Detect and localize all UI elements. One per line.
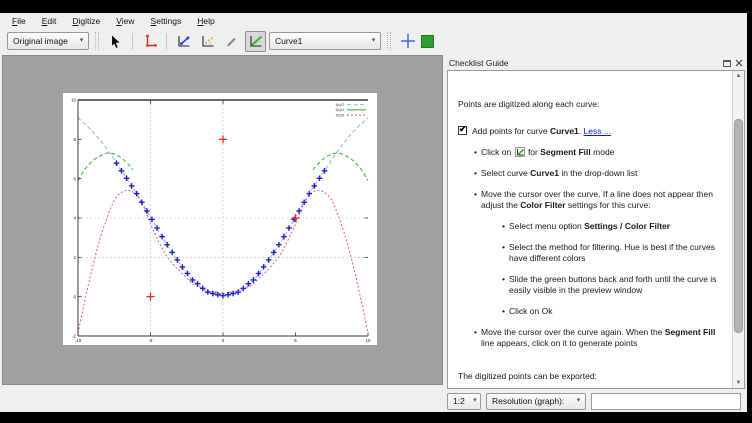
chevron-down-icon: ▾ (367, 33, 380, 49)
checklist-step: •Select curve Curve1 in the drop-down li… (474, 168, 725, 179)
axis-point-tool-button[interactable] (139, 31, 160, 52)
curve-point-icon (176, 33, 192, 49)
axis-point-icon (142, 33, 158, 49)
color-picker-tool-button[interactable] (221, 31, 242, 52)
curve-selector-value: Curve1 (270, 36, 367, 46)
checklist-intro: Points are digitized along each curve: (458, 99, 725, 110)
checklist-step: •Select menu option Settings / Color Fil… (502, 221, 725, 232)
menu-file[interactable]: File (4, 15, 34, 27)
background-selector-value: Original image (8, 36, 75, 46)
bullet-icon: • (502, 274, 505, 285)
statusbar: 1:2 ▾ Resolution (graph): ▾ (0, 390, 747, 412)
close-icon (735, 59, 743, 67)
checklist-link[interactable]: Less ... (584, 126, 611, 136)
graph-sheet: 1086420-2-10-50510f(x)/2f(x)/4f(x)/5 (63, 93, 377, 345)
svg-text:f(x)/2: f(x)/2 (336, 103, 344, 107)
menu-help[interactable]: Help (189, 15, 222, 27)
scrollbar-thumb[interactable] (734, 119, 743, 333)
segment-fill-icon (248, 33, 264, 49)
color-picker-pencil-icon (224, 34, 239, 49)
checklist-step: •Move the cursor over the curve. If a li… (474, 189, 725, 211)
menu-settings[interactable]: Settings (143, 15, 190, 27)
bullet-icon: • (474, 147, 477, 158)
select-tool-button[interactable] (105, 31, 126, 52)
svg-text:8: 8 (74, 137, 77, 142)
checklist-step: •Click on Ok (502, 306, 725, 317)
svg-text:5: 5 (294, 338, 297, 343)
scroll-down-arrow-icon[interactable]: ▼ (733, 378, 744, 388)
point-match-icon (200, 33, 216, 49)
float-panel-button[interactable] (722, 58, 731, 67)
engauge-window: FileEditDigitizeViewSettingsHelp Origina… (0, 13, 747, 412)
scroll-up-arrow-icon[interactable]: ▲ (733, 71, 744, 81)
segment-fill-tool-button[interactable] (245, 31, 266, 52)
graph-image: 1086420-2-10-50510f(x)/2f(x)/4f(x)/5 (63, 93, 377, 345)
svg-text:f(x)/4: f(x)/4 (336, 108, 344, 112)
svg-text:10: 10 (366, 338, 371, 343)
bullet-icon: • (474, 327, 477, 338)
checklist-step: •Move the cursor over the curve again. W… (474, 327, 725, 349)
checklist-step: •Select the method for filtering. Hue is… (502, 242, 725, 264)
bullet-icon: • (474, 168, 477, 179)
bullet-icon: • (474, 189, 477, 200)
cursor-arrow-icon (108, 34, 123, 49)
checklist-outro: The digitized points can be exported: (458, 371, 725, 382)
menubar: FileEditDigitizeViewSettingsHelp (0, 13, 747, 28)
status-text-input[interactable] (591, 393, 741, 410)
checklist-scrollbar[interactable]: ▲ ▼ (732, 71, 744, 388)
svg-text:-10: -10 (75, 338, 82, 343)
chevron-down-icon: ▾ (470, 393, 480, 409)
curve-selector-combo[interactable]: Curve1 ▾ (269, 32, 381, 50)
toolbar: Original image ▾ (0, 28, 747, 54)
toolbar-handle (387, 32, 391, 50)
menu-digitize[interactable]: Digitize (64, 15, 108, 27)
float-icon (723, 59, 731, 67)
toolbar-handle (95, 32, 99, 50)
main-area: 1086420-2-10-50510f(x)/2f(x)/4f(x)/5 Che… (0, 54, 747, 390)
bullet-icon: • (502, 306, 505, 317)
green-swatch-icon[interactable] (421, 35, 434, 48)
close-panel-button[interactable] (734, 58, 743, 67)
svg-text:4: 4 (74, 216, 77, 221)
bullet-icon: • (502, 242, 505, 253)
chevron-down-icon: ▾ (75, 33, 88, 49)
svg-text:2: 2 (74, 255, 77, 260)
svg-text:10: 10 (71, 98, 76, 103)
crosshair-icon (400, 33, 416, 49)
svg-text:-5: -5 (149, 338, 153, 343)
resolution-combo[interactable]: Resolution (graph): ▾ (486, 393, 586, 410)
svg-text:f(x)/5: f(x)/5 (336, 113, 344, 117)
curve-point-tool-button[interactable] (173, 31, 194, 52)
menu-view[interactable]: View (108, 15, 142, 27)
svg-text:6: 6 (74, 176, 77, 181)
resolution-label: Resolution (graph): (487, 396, 572, 406)
checklist-panel-body: Points are digitized along each curve: Ad… (447, 70, 745, 389)
chevron-down-icon: ▾ (572, 393, 585, 409)
checklist-step: •Click on for Segment Fill mode (474, 147, 725, 158)
menu-edit[interactable]: Edit (34, 15, 65, 27)
svg-text:0: 0 (74, 294, 77, 299)
checklist-content: Points are digitized along each curve: Ad… (448, 71, 731, 388)
checklist-step: •Slide the green buttons back and forth … (502, 274, 725, 296)
add-points-task-checkbox[interactable] (458, 126, 467, 135)
crosshair-button[interactable] (397, 31, 418, 52)
segment-fill-icon (515, 147, 525, 157)
checklist-guide-panel: Checklist Guide Points are digitized alo… (445, 55, 746, 390)
zoom-value: 1:2 (448, 396, 470, 406)
checklist-panel-title: Checklist Guide (449, 58, 509, 68)
background-selector-combo[interactable]: Original image ▾ (7, 32, 89, 50)
screen: FileEditDigitizeViewSettingsHelp Origina… (0, 0, 752, 423)
toolbar-separator (166, 33, 167, 50)
image-canvas[interactable]: 1086420-2-10-50510f(x)/2f(x)/4f(x)/5 (2, 55, 443, 385)
checklist-panel-titlebar: Checklist Guide (445, 55, 746, 70)
svg-text:0: 0 (222, 338, 225, 343)
toolbar-separator (132, 33, 133, 50)
zoom-combo[interactable]: 1:2 ▾ (447, 393, 481, 410)
point-match-tool-button[interactable] (197, 31, 218, 52)
bullet-icon: • (502, 221, 505, 232)
add-points-task: Add points for curve Curve1. Less ... (458, 126, 725, 137)
